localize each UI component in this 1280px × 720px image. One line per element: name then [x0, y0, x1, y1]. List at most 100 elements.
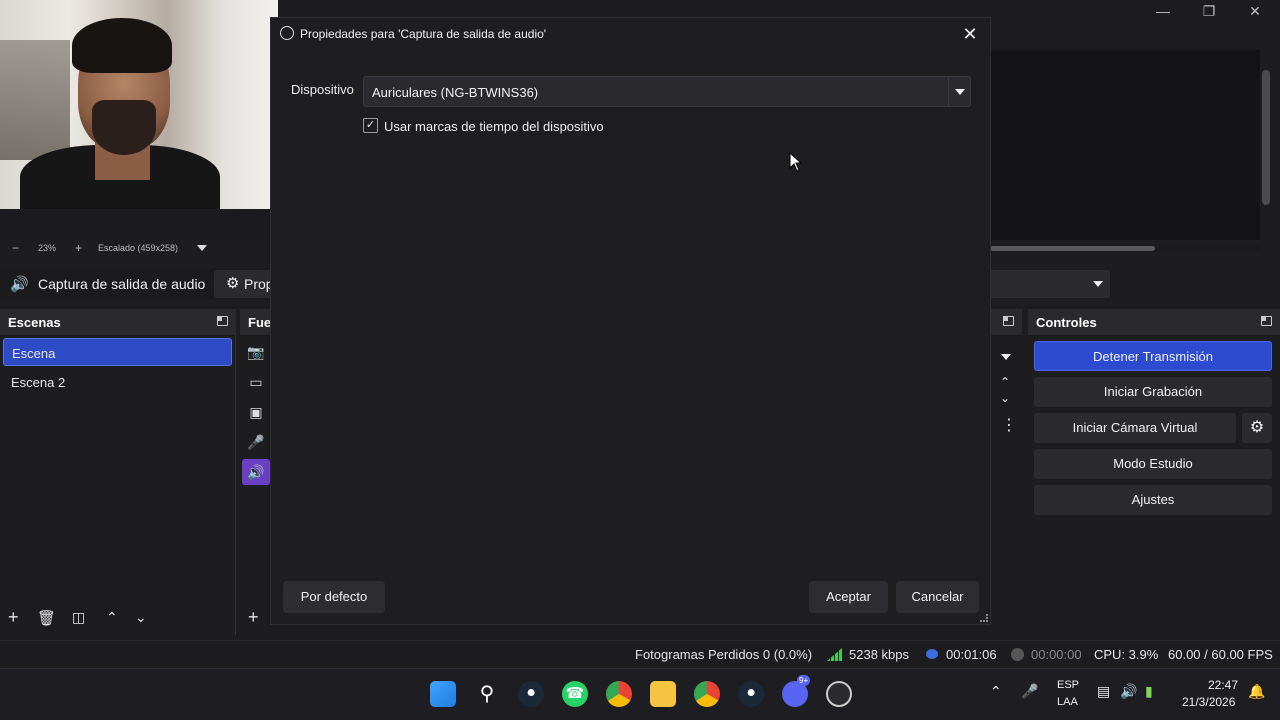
sources-title: Fue — [248, 315, 272, 330]
timestamp-checkbox-label[interactable]: Usar marcas de tiempo del dispositivo — [384, 119, 604, 134]
webcam-overlay — [0, 0, 278, 209]
chevron-down-icon — [1093, 281, 1103, 287]
studio-mode-button[interactable]: Modo Estudio — [1034, 449, 1272, 479]
notification-badge: 9+ — [797, 675, 811, 686]
step-up-icon[interactable]: ⌃ — [1000, 375, 1010, 389]
controls-title: Controles — [1036, 315, 1097, 330]
stream-time: 00:01:06 — [946, 647, 997, 662]
clock-date[interactable]: 21/3/2026 — [1182, 695, 1235, 709]
chrome-profile-icon[interactable] — [694, 681, 720, 707]
window-icon[interactable]: ▣ — [242, 399, 270, 425]
virtual-camera-button[interactable]: Iniciar Cámara Virtual — [1034, 413, 1236, 443]
device-select[interactable]: Auriculares (NG-BTWINS36) — [363, 76, 971, 107]
scene-item[interactable]: Escena 2 — [3, 368, 232, 396]
move-up-icon[interactable]: ⌃ — [106, 609, 118, 626]
defaults-button[interactable]: Por defecto — [283, 581, 385, 613]
microphone-icon[interactable]: 🎤 — [1021, 683, 1038, 700]
record-status-icon — [1011, 648, 1024, 661]
close-icon[interactable]: ✕ — [958, 22, 982, 46]
signal-bars-icon — [827, 648, 842, 661]
settings-button[interactable]: Ajustes — [1034, 485, 1272, 515]
timestamp-checkbox[interactable]: ✓ — [363, 118, 378, 133]
file-explorer-icon[interactable] — [650, 681, 676, 707]
accept-button[interactable]: Aceptar — [809, 581, 888, 613]
volume-icon[interactable]: 🔊 — [1120, 683, 1137, 700]
fps-counter: 60.00 / 60.00 FPS — [1168, 647, 1273, 662]
windows-start-icon[interactable] — [430, 681, 456, 707]
bitrate: 5238 kbps — [849, 647, 909, 662]
dialog-title: Propiedades para 'Captura de salida de a… — [300, 27, 547, 41]
filter-icon[interactable]: ◫ — [72, 609, 85, 626]
gear-icon: ⚙ — [226, 275, 240, 292]
display-icon[interactable]: ▭ — [242, 369, 270, 395]
cancel-button[interactable]: Cancelar — [896, 581, 979, 613]
add-icon[interactable]: + — [8, 607, 19, 628]
steam-icon[interactable]: ⚫ — [518, 681, 544, 707]
resize-grip[interactable] — [980, 614, 988, 622]
zoom-controls: − 23% + Escalado (459x258) — [0, 240, 270, 258]
vertical-scrollbar[interactable] — [1262, 70, 1270, 205]
language-top[interactable]: ESP — [1057, 679, 1079, 691]
zoom-value: 23% — [38, 243, 57, 253]
sources-toolbar: + — [240, 603, 272, 633]
right-preview-area — [990, 50, 1260, 240]
horizontal-scrollbar[interactable] — [990, 244, 1260, 252]
notifications-icon[interactable]: 🔔 — [1248, 683, 1265, 700]
undock-icon[interactable] — [1003, 316, 1014, 326]
search-icon[interactable]: ⚲ — [474, 681, 500, 707]
cpu-usage: CPU: 3.9% — [1094, 647, 1159, 662]
speaker-icon: 🔊 — [10, 276, 29, 293]
scenes-toolbar: + 🗑 ◫ ⌃ ⌄ — [0, 603, 236, 633]
speaker-icon[interactable]: 🔊 — [242, 459, 270, 485]
whatsapp-icon[interactable]: ☎ — [562, 681, 588, 707]
language-bottom[interactable]: LAA — [1057, 696, 1078, 708]
start-recording-button[interactable]: Iniciar Grabación — [1034, 377, 1272, 407]
context-source-name: Captura de salida de audio — [38, 276, 206, 292]
battery-icon[interactable]: ▮ — [1145, 683, 1153, 700]
source-context-bar: 🔊 Captura de salida de audio ⚙ Prop — [0, 268, 274, 300]
trash-icon[interactable]: 🗑 — [37, 609, 56, 627]
obs-icon[interactable] — [826, 681, 852, 707]
obs-logo-icon — [280, 26, 294, 40]
window-close-button[interactable]: ✕ — [1232, 0, 1278, 22]
virtual-camera-settings-button[interactable]: ⚙ — [1242, 413, 1272, 443]
undock-icon[interactable] — [1261, 316, 1272, 326]
status-bar: Fotogramas Perdidos 0 (0.0%) 5238 kbps 0… — [0, 640, 1280, 668]
scale-label: Escalado (459x258) — [98, 243, 179, 253]
add-icon[interactable]: + — [248, 607, 259, 628]
mixer-dock-title — [990, 309, 1022, 335]
transitions-dock-edge: ⌃ ⌄ ⋮ — [990, 335, 1022, 635]
transition-dropdown[interactable] — [990, 270, 1110, 298]
chrome-icon[interactable] — [606, 681, 632, 707]
scale-dropdown-icon[interactable] — [197, 245, 207, 251]
device-value: Auriculares (NG-BTWINS36) — [372, 85, 539, 100]
network-icon[interactable]: ▤ — [1097, 683, 1110, 700]
zoom-out-button[interactable]: − — [12, 241, 19, 255]
chevron-down-icon[interactable] — [948, 77, 970, 106]
scenes-title: Escenas — [8, 315, 61, 330]
device-label: Dispositivo — [291, 82, 354, 97]
clock-time[interactable]: 22:47 — [1208, 678, 1238, 692]
more-options-icon[interactable]: ⋮ — [1001, 415, 1017, 435]
stop-stream-button[interactable]: Detener Transmisión — [1034, 341, 1272, 371]
microphone-icon[interactable]: 🎤 — [242, 429, 270, 455]
scene-item[interactable]: Escena — [3, 338, 232, 366]
maximize-button[interactable]: ❐ — [1186, 0, 1232, 22]
controls-dock-title: Controles — [1028, 309, 1280, 335]
camera-icon[interactable]: 📷 — [242, 339, 270, 365]
steam-app-icon[interactable]: ⚫ — [738, 681, 764, 707]
sources-dock-title: Fue — [240, 309, 272, 335]
preview-area — [0, 210, 270, 240]
properties-dialog: Propiedades para 'Captura de salida de a… — [270, 17, 991, 625]
scenes-dock-title: Escenas — [0, 309, 236, 335]
step-down-icon[interactable]: ⌄ — [1000, 391, 1010, 405]
properties-button[interactable]: ⚙ Prop — [214, 270, 274, 298]
zoom-in-button[interactable]: + — [75, 241, 82, 255]
move-down-icon[interactable]: ⌄ — [135, 609, 147, 626]
minimize-button[interactable]: — — [1140, 0, 1186, 22]
chevron-down-icon[interactable] — [1001, 354, 1011, 360]
undock-icon[interactable] — [217, 316, 228, 326]
discord-icon[interactable]: 9+ — [782, 675, 811, 707]
chevron-up-icon[interactable]: ⌃ — [990, 683, 1002, 700]
sources-dock: 📷 ▭ ▣ 🎤 🔊 + — [240, 335, 272, 635]
